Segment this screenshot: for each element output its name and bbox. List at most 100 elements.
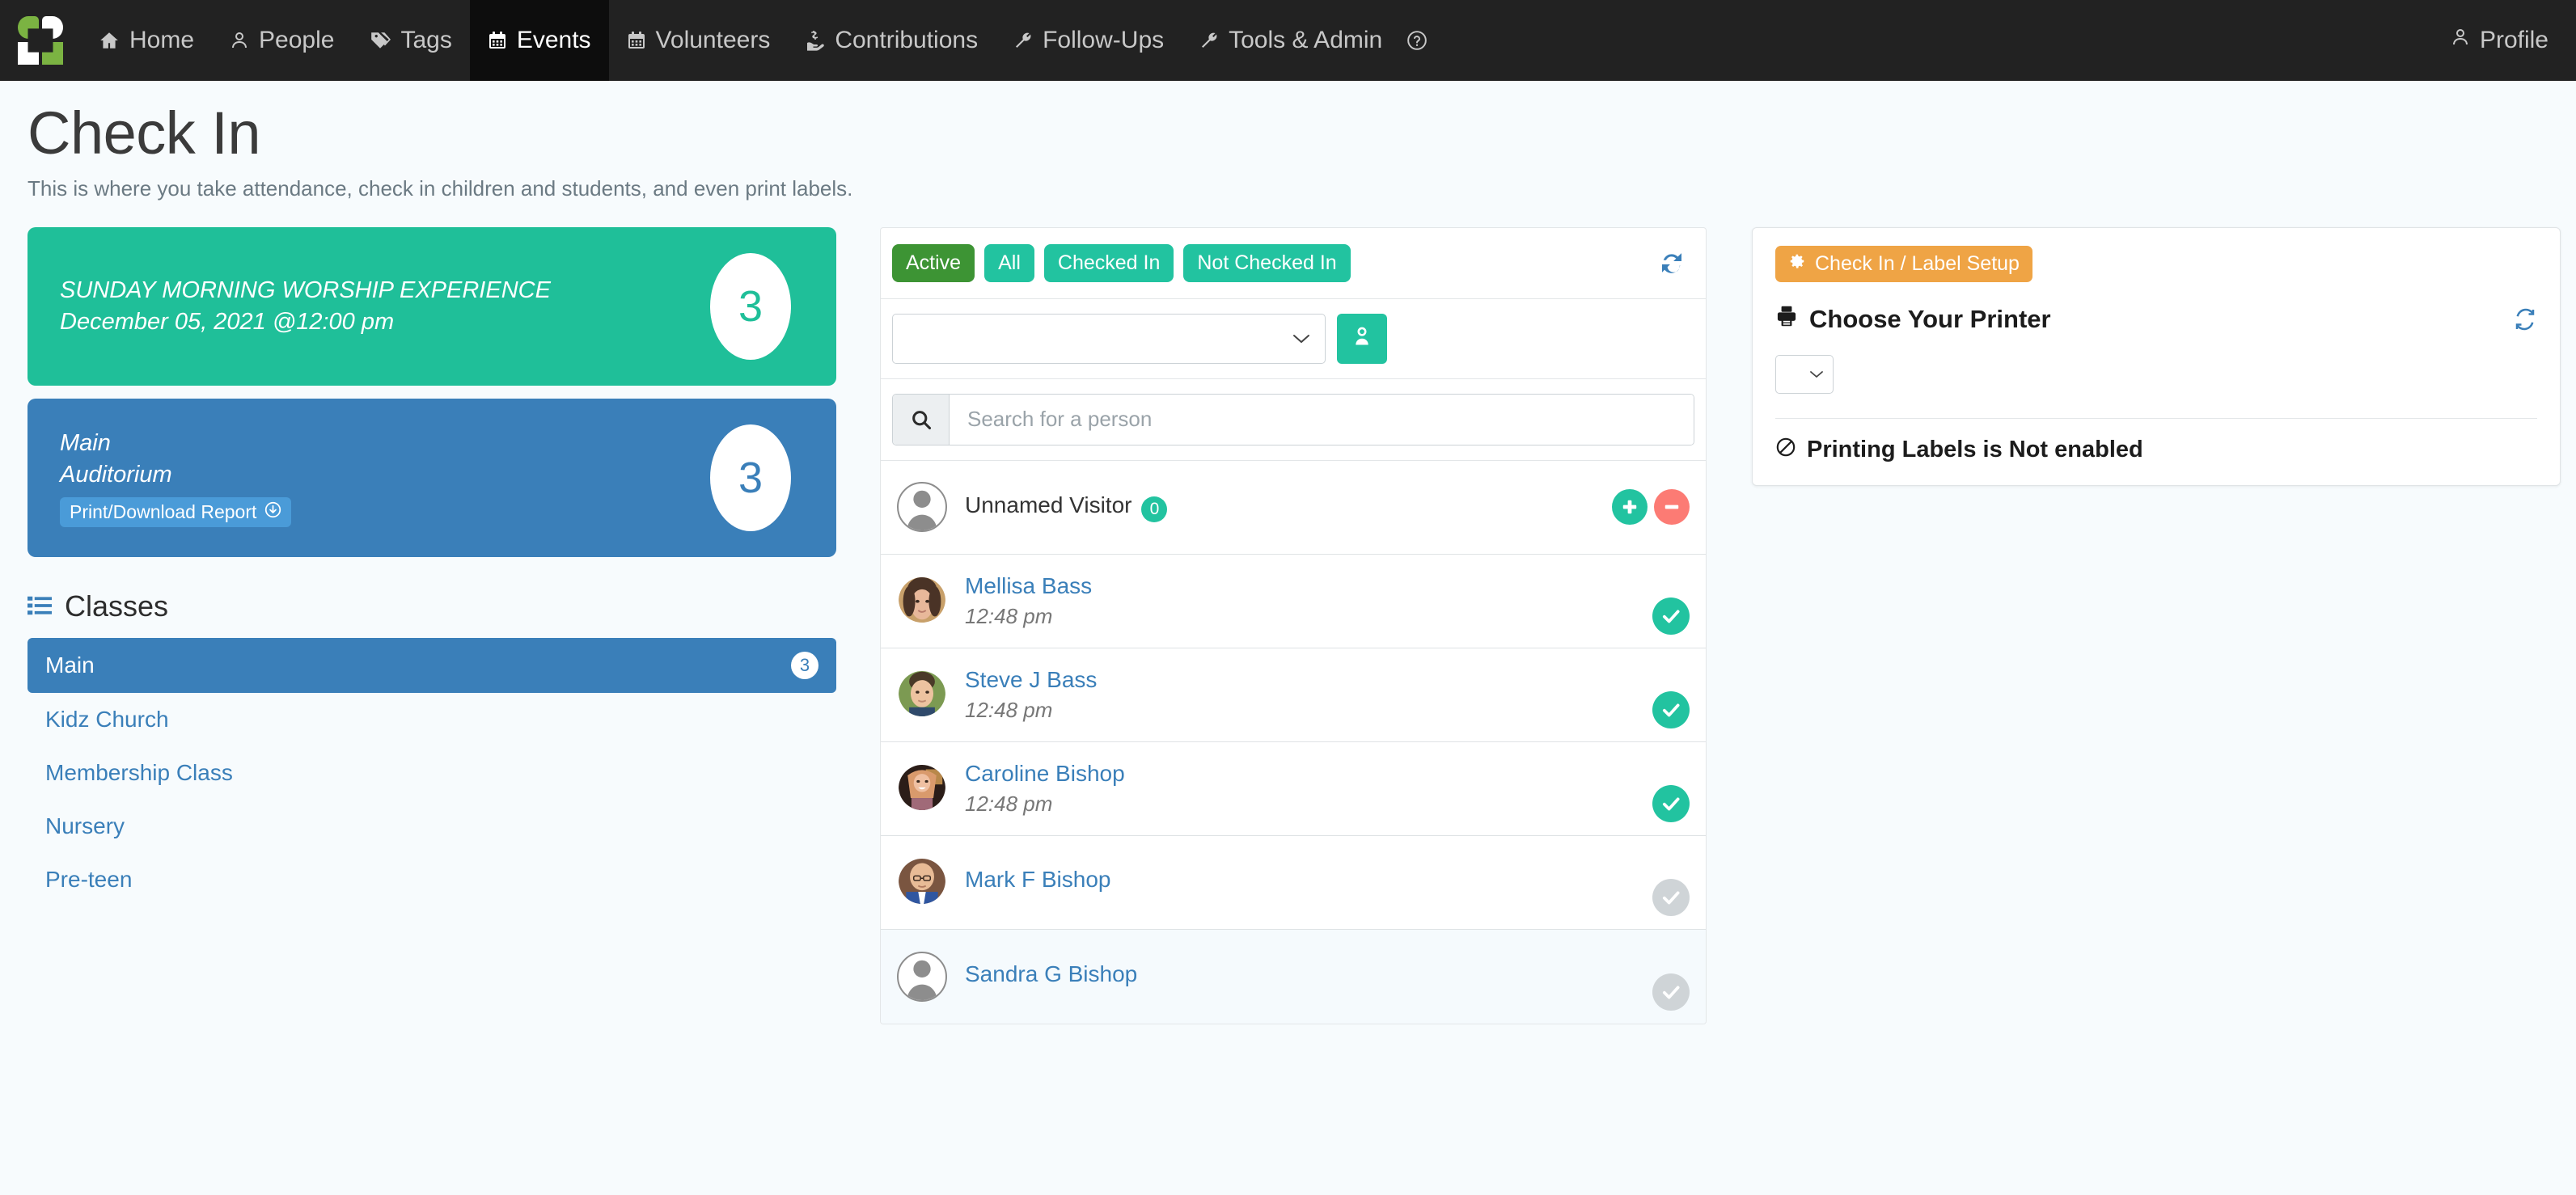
search-input[interactable] bbox=[950, 394, 1694, 445]
person-info: Steve J Bass 12:48 pm bbox=[965, 667, 1652, 723]
nav-item-home[interactable]: Home bbox=[81, 0, 212, 81]
printer-title: Choose Your Printer bbox=[1775, 305, 2051, 334]
page-subtitle: This is where you take attendance, check… bbox=[27, 175, 853, 201]
filter-bar: Active All Checked In Not Checked In bbox=[881, 228, 1706, 299]
calendar-icon bbox=[488, 30, 507, 51]
event-name: SUNDAY MORNING WORSHIP EXPERIENCE bbox=[60, 277, 551, 303]
printer-icon bbox=[1775, 305, 1798, 334]
person-name[interactable]: Unnamed Visitor bbox=[965, 492, 1131, 517]
person-name[interactable]: Caroline Bishop bbox=[965, 761, 1652, 787]
checked-in-toggle[interactable] bbox=[1652, 690, 1690, 728]
row-actions bbox=[1612, 489, 1690, 526]
person-info: Sandra G Bishop bbox=[965, 961, 1652, 992]
class-item-nursery[interactable]: Nursery bbox=[27, 800, 836, 853]
wrench-icon bbox=[1013, 30, 1033, 51]
gear-icon bbox=[1788, 252, 1806, 276]
table-row[interactable]: Steve J Bass 12:48 pm bbox=[881, 648, 1706, 742]
avatar bbox=[897, 763, 947, 814]
person-name[interactable]: Sandra G Bishop bbox=[965, 961, 1652, 987]
class-label: Pre-teen bbox=[45, 866, 133, 892]
add-person-icon bbox=[1351, 324, 1373, 353]
event-count-badge: 3 bbox=[710, 252, 791, 360]
class-select[interactable] bbox=[892, 313, 1326, 364]
person-name[interactable]: Mellisa Bass bbox=[965, 573, 1652, 599]
event-card-location[interactable]: Main Auditorium Print/Download Report 3 bbox=[27, 398, 836, 557]
nav-item-follow-ups[interactable]: Follow-Ups bbox=[996, 0, 1182, 81]
avatar bbox=[897, 669, 947, 720]
checkin-time: 12:48 pm bbox=[965, 697, 1053, 722]
calendar-icon bbox=[627, 30, 646, 51]
table-row[interactable]: Sandra G Bishop bbox=[881, 929, 1706, 1024]
nav-item-label: Tools & Admin bbox=[1229, 27, 1383, 53]
checked-in-toggle[interactable] bbox=[1652, 973, 1690, 1011]
nav-item-contributions[interactable]: Contributions bbox=[788, 0, 996, 81]
person-name[interactable]: Mark F Bishop bbox=[965, 867, 1652, 893]
avatar bbox=[897, 576, 947, 627]
checkin-label-setup-button[interactable]: Check In / Label Setup bbox=[1775, 245, 2032, 282]
nav-item-label: People bbox=[259, 27, 335, 53]
person-name[interactable]: Steve J Bass bbox=[965, 667, 1652, 693]
nav-item-volunteers[interactable]: Volunteers bbox=[609, 0, 789, 81]
question-circle-icon[interactable] bbox=[1400, 0, 1439, 81]
checkin-panel: Active All Checked In Not Checked In Sea… bbox=[880, 226, 1707, 1024]
refresh-icon[interactable] bbox=[2513, 307, 2537, 331]
class-item-pre-teen[interactable]: Pre-teen bbox=[27, 853, 836, 906]
nav-item-label: Contributions bbox=[835, 27, 979, 53]
logo-quadrant-bottom-left bbox=[18, 42, 39, 65]
filter-button-not-checked-in[interactable]: Not Checked In bbox=[1183, 243, 1351, 282]
nav-item-label: Follow-Ups bbox=[1043, 27, 1165, 53]
person-info: Caroline Bishop 12:48 pm bbox=[965, 761, 1652, 817]
checked-in-toggle[interactable] bbox=[1652, 597, 1690, 635]
class-item-membership-class[interactable]: Membership Class bbox=[27, 746, 836, 800]
nav-item-label: Home bbox=[129, 27, 195, 53]
print-download-report-button[interactable]: Print/Download Report bbox=[60, 497, 292, 528]
divider bbox=[1775, 417, 2537, 419]
printing-status: Printing Labels is Not enabled bbox=[1775, 437, 2537, 464]
table-row[interactable]: Mellisa Bass 12:48 pm bbox=[881, 554, 1706, 648]
table-row[interactable]: Mark F Bishop bbox=[881, 835, 1706, 930]
logo-quadrant-top-left bbox=[18, 16, 39, 39]
refresh-icon[interactable] bbox=[1659, 250, 1685, 276]
person-info: Mark F Bishop bbox=[965, 867, 1652, 897]
list-icon bbox=[27, 589, 52, 623]
person-info: Mellisa Bass 12:48 pm bbox=[965, 573, 1652, 629]
printer-header: Choose Your Printer bbox=[1775, 305, 2537, 334]
classes-heading: Classes bbox=[27, 589, 836, 623]
main-layout: SUNDAY MORNING WORSHIP EXPERIENCE Decemb… bbox=[0, 201, 2576, 1024]
nav-item-label: Tags bbox=[400, 27, 452, 53]
logo-glyph bbox=[18, 16, 63, 65]
nav-item-tags[interactable]: Tags bbox=[352, 0, 469, 81]
home-icon bbox=[99, 30, 120, 51]
class-item-main[interactable]: Main 3 bbox=[27, 637, 836, 693]
class-select-row bbox=[881, 299, 1706, 379]
class-label: Membership Class bbox=[45, 759, 233, 785]
class-label: Kidz Church bbox=[45, 706, 169, 732]
nav-item-profile[interactable]: Profile bbox=[2423, 0, 2576, 81]
class-item-kidz-church[interactable]: Kidz Church bbox=[27, 693, 836, 746]
person-icon bbox=[2451, 27, 2470, 54]
filter-button-all[interactable]: All bbox=[984, 243, 1034, 282]
remove-visitor-button[interactable] bbox=[1654, 489, 1690, 526]
avatar bbox=[897, 482, 947, 533]
checked-in-toggle[interactable] bbox=[1652, 878, 1690, 916]
search-box bbox=[892, 393, 1694, 445]
label-setup-panel: Check In / Label Setup Choose Your Print… bbox=[1752, 226, 2561, 486]
nav-item-label: Events bbox=[516, 27, 591, 53]
table-row[interactable]: Caroline Bishop 12:48 pm bbox=[881, 741, 1706, 836]
event-card-service[interactable]: SUNDAY MORNING WORSHIP EXPERIENCE Decemb… bbox=[27, 226, 836, 386]
checked-in-toggle[interactable] bbox=[1652, 784, 1690, 822]
nav-item-people[interactable]: People bbox=[212, 0, 352, 81]
add-person-button[interactable] bbox=[1337, 313, 1387, 364]
table-row[interactable]: Unnamed Visitor 0 bbox=[881, 460, 1706, 555]
report-label: Print/Download Report bbox=[70, 501, 257, 523]
add-visitor-button[interactable] bbox=[1612, 489, 1648, 526]
search-icon[interactable] bbox=[893, 394, 950, 445]
app-logo[interactable] bbox=[0, 0, 81, 81]
printer-select[interactable] bbox=[1775, 354, 1834, 394]
avatar bbox=[897, 951, 947, 1002]
filter-button-checked-in[interactable]: Checked In bbox=[1043, 243, 1174, 282]
nav-item-tools-admin[interactable]: Tools & Admin bbox=[1182, 0, 1400, 81]
ban-icon bbox=[1775, 437, 1796, 464]
nav-item-events[interactable]: Events bbox=[469, 0, 609, 81]
filter-button-active[interactable]: Active bbox=[892, 243, 975, 282]
